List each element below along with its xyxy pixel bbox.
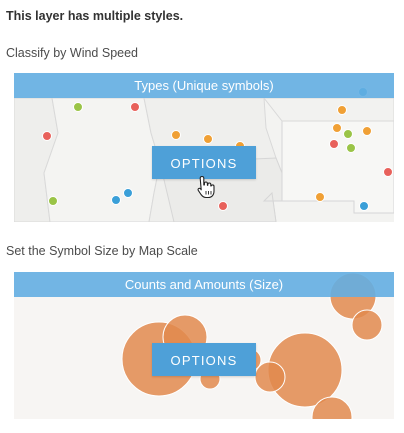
card-title-size: Counts and Amounts (Size) — [14, 272, 394, 297]
map-point — [73, 102, 83, 112]
map-point — [329, 139, 339, 149]
size-bubble — [351, 309, 383, 341]
map-point — [111, 195, 121, 205]
map-point — [359, 201, 369, 211]
map-point — [42, 131, 52, 141]
map-point — [362, 126, 372, 136]
map-point — [383, 167, 393, 177]
map-point — [337, 105, 347, 115]
map-point — [315, 192, 325, 202]
map-point — [123, 188, 133, 198]
section-label-symbol-size: Set the Symbol Size by Map Scale — [6, 244, 198, 258]
card-title-unique-symbols: Types (Unique symbols) — [14, 73, 394, 98]
map-point — [48, 196, 58, 206]
map-point — [346, 143, 356, 153]
map-point — [332, 123, 342, 133]
map-point — [218, 201, 228, 211]
map-point — [343, 129, 353, 139]
size-bubble — [254, 361, 286, 393]
hand-pointer-icon — [197, 175, 215, 199]
options-button-size[interactable]: OPTIONS — [152, 343, 256, 376]
map-point — [203, 134, 213, 144]
unique-symbols-style-card[interactable]: Types (Unique symbols) OPTIONS — [14, 73, 394, 222]
section-label-wind-speed: Classify by Wind Speed — [6, 46, 139, 60]
map-point — [130, 102, 140, 112]
layer-styles-heading: This layer has multiple styles. — [6, 9, 184, 23]
size-style-card[interactable]: Counts and Amounts (Size) OPTIONS — [14, 272, 394, 419]
map-point — [171, 130, 181, 140]
